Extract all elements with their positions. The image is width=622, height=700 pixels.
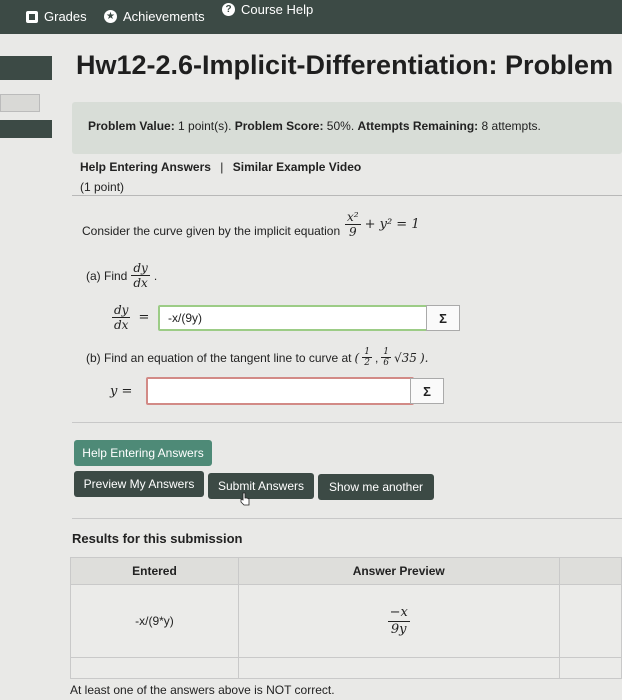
divider [72, 195, 622, 196]
sigma-icon: Σ [423, 383, 431, 399]
attempts-label: Attempts Remaining: [357, 119, 479, 133]
dydx-label-fraction: dy dx [112, 303, 131, 332]
example-video-link[interactable]: Similar Example Video [233, 160, 362, 174]
entered-cell [70, 657, 239, 679]
answer-a-label: dy dx = [112, 303, 149, 332]
sidebar-input[interactable] [0, 94, 40, 112]
nav-achievements-label: Achievements [123, 9, 205, 24]
hand-cursor-icon [240, 492, 250, 506]
submit-answers-button[interactable]: Submit Answers [208, 473, 314, 499]
dx: dx [114, 318, 129, 332]
points-label: (1 point) [80, 180, 125, 194]
problem-info: Problem Value: 1 point(s). Problem Score… [88, 119, 541, 133]
preview-fraction: −x 9y [387, 604, 410, 638]
preview-num: −x [387, 604, 410, 622]
part-b-prompt: (b) Find an equation of the tangent line… [86, 347, 428, 368]
nav-course-help[interactable]: ? Course Help [222, 2, 313, 17]
period: . [153, 268, 158, 283]
sidebar-block[interactable] [0, 120, 52, 138]
implicit-equation: x² 9 + y² = 1 [345, 210, 420, 239]
help-entering-link[interactable]: Help Entering Answers [80, 160, 211, 174]
sixth-fraction: 1 6 [381, 347, 392, 368]
equals-sign: = [138, 310, 150, 325]
part-b-text: (b) Find an equation of the tangent line… [86, 350, 352, 365]
preview-cell [237, 657, 560, 679]
answer-a-input[interactable]: -x/(9y) [158, 305, 432, 331]
equation-editor-a-button[interactable]: Σ [426, 305, 460, 331]
sixth-num: 1 [381, 347, 392, 358]
equation-editor-b-button[interactable]: Σ [410, 378, 444, 404]
grades-icon [26, 10, 38, 23]
help-entering-answers-button[interactable]: Help Entering Answers [74, 440, 212, 466]
preview-answers-button[interactable]: Preview My Answers [74, 471, 204, 497]
preview-den: 9y [390, 621, 407, 637]
question-prompt: Consider the curve given by the implicit… [82, 224, 341, 238]
answer-b-label: y = [110, 384, 133, 399]
attempts-text: 8 attempts. [481, 119, 541, 133]
value-text: 1 point(s). [178, 119, 232, 133]
help-links: Help Entering Answers | Similar Example … [80, 160, 361, 174]
results-title: Results for this submission [72, 531, 243, 546]
link-separator: | [220, 160, 224, 174]
status-incorrect-cell [558, 657, 622, 679]
dy: dy [131, 261, 150, 276]
divider [72, 518, 622, 519]
half-fraction: 1 2 [362, 347, 372, 368]
eq-denominator: 9 [348, 225, 357, 239]
star-icon: ★ [104, 10, 117, 23]
entered-cell: -x/(9*y) [70, 584, 239, 658]
entered-value: -x/(9*y) [135, 614, 174, 628]
score-label: Problem Score: [234, 119, 324, 133]
dy: dy [112, 303, 131, 318]
col-status-header [558, 557, 622, 585]
answer-a-value: -x/(9y) [168, 311, 202, 325]
col-preview-header: Answer Preview [237, 557, 560, 585]
sigma-icon: Σ [439, 310, 447, 326]
results-table: Entered Answer Preview -x/(9*y) −x 9y [70, 557, 622, 679]
result-message: At least one of the answers above is NOT… [70, 683, 335, 697]
results-header-row: Entered Answer Preview [70, 557, 622, 585]
eq-rest: + y² = 1 [364, 217, 420, 232]
eq-numerator: x² [345, 210, 361, 225]
nav-grades[interactable]: Grades [26, 9, 87, 24]
half-den: 2 [364, 358, 370, 368]
question-icon: ? [222, 3, 235, 16]
paren-close: ). [419, 350, 429, 365]
paren-open: ( [354, 350, 360, 365]
nav-achievements[interactable]: ★ Achievements [104, 9, 205, 24]
col-entered-header: Entered [70, 557, 239, 585]
show-another-button[interactable]: Show me another [318, 474, 434, 500]
problem-info-box: Problem Value: 1 point(s). Problem Score… [72, 102, 622, 154]
table-row [70, 657, 622, 679]
nav-course-help-label: Course Help [241, 2, 314, 17]
page-title: Hw12-2.6-Implicit-Differentiation: Probl… [76, 50, 614, 80]
part-a-prefix: (a) Find [86, 268, 128, 283]
comma: , [374, 350, 379, 365]
score-text: 50%. [326, 119, 355, 133]
dydx-fraction: dy dx [131, 261, 150, 290]
nav-grades-label: Grades [44, 9, 87, 24]
answer-b-input[interactable] [146, 377, 414, 405]
part-a-prompt: (a) Find dy dx . [86, 261, 157, 290]
status-correct-cell [558, 584, 622, 658]
sqrt-35: √35 [394, 350, 417, 365]
top-nav-bar: Grades ★ Achievements ? Course Help [0, 0, 622, 34]
sidebar-block[interactable] [0, 56, 52, 80]
dx: dx [133, 276, 148, 290]
preview-cell: −x 9y [237, 584, 560, 658]
divider [72, 422, 622, 423]
equation-fraction: x² 9 [345, 210, 361, 239]
half-num: 1 [362, 347, 372, 358]
sixth-den: 6 [383, 358, 390, 368]
table-row: -x/(9*y) −x 9y [70, 584, 622, 658]
value-label: Problem Value: [88, 119, 175, 133]
